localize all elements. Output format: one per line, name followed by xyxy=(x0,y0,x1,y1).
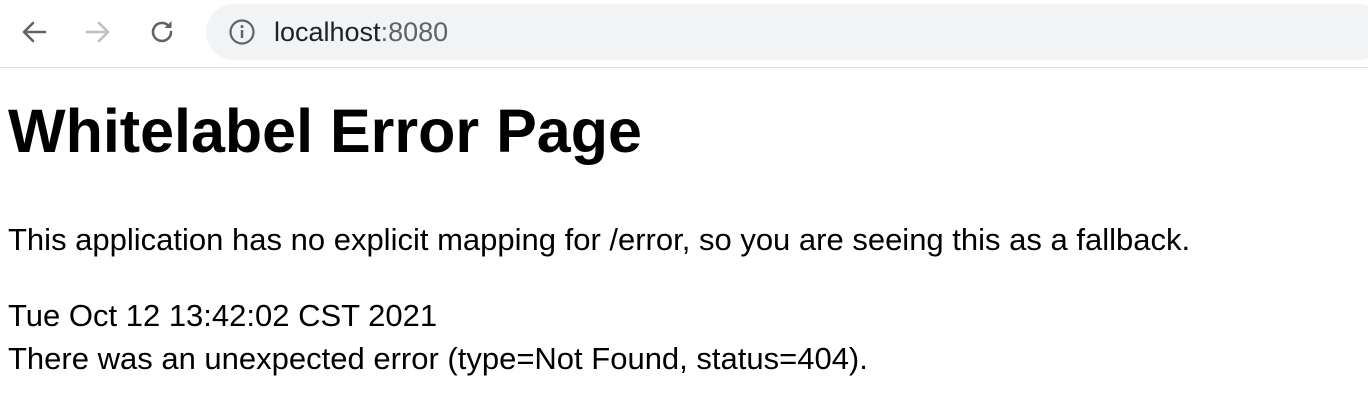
reload-button[interactable] xyxy=(142,12,182,52)
back-arrow-icon xyxy=(22,21,47,43)
error-timestamp: Tue Oct 12 13:42:02 CST 2021 xyxy=(8,298,438,333)
url-port: :8080 xyxy=(380,17,449,47)
info-icon[interactable] xyxy=(228,18,256,46)
forward-arrow-icon xyxy=(85,21,110,43)
browser-toolbar: localhost:8080 xyxy=(0,0,1368,68)
fallback-message: This application has no explicit mapping… xyxy=(8,222,1191,257)
reload-icon xyxy=(151,21,173,43)
error-detail: There was an unexpected error (type=Not … xyxy=(8,341,868,376)
address-bar[interactable]: localhost:8080 xyxy=(206,4,1368,60)
back-button[interactable] xyxy=(14,12,54,52)
page-title: Whitelabel Error Page xyxy=(8,97,642,165)
forward-button[interactable] xyxy=(78,12,118,52)
url-host: localhost xyxy=(274,17,381,47)
url-text[interactable]: localhost:8080 xyxy=(274,16,448,48)
